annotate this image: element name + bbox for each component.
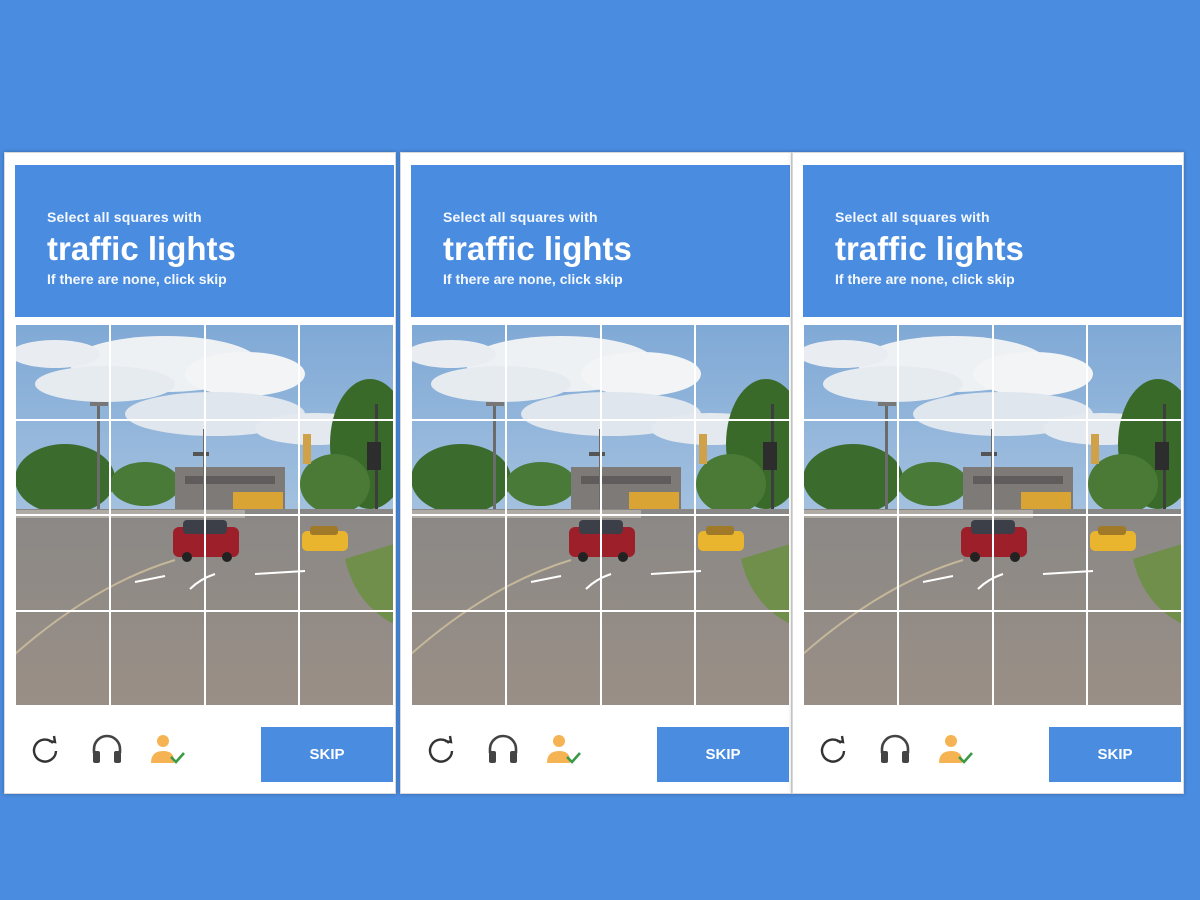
captcha-widget-2: Select all squares with traffic lights I…: [400, 152, 792, 794]
challenge-footer: SKIP: [411, 713, 790, 789]
grid-tile[interactable]: [897, 610, 993, 706]
tile-grid: [411, 324, 790, 706]
grid-tile[interactable]: [15, 324, 110, 420]
grid-tile[interactable]: [299, 419, 394, 515]
grid-tile[interactable]: [411, 324, 506, 420]
grid-tile[interactable]: [803, 515, 898, 611]
grid-tile[interactable]: [299, 610, 394, 706]
reload-button[interactable]: [813, 729, 853, 769]
challenge-header: Select all squares with traffic lights I…: [411, 165, 790, 317]
grid-tile[interactable]: [109, 419, 205, 515]
hint-text: If there are none, click skip: [835, 271, 1015, 287]
grid-tile[interactable]: [109, 324, 205, 420]
audio-button[interactable]: [875, 729, 915, 769]
grid-tile[interactable]: [411, 515, 506, 611]
grid-tile[interactable]: [600, 515, 696, 611]
image-grid: [411, 324, 790, 706]
grid-tile[interactable]: [505, 610, 601, 706]
grid-tile[interactable]: [299, 515, 394, 611]
skip-button[interactable]: SKIP: [1049, 727, 1181, 782]
target-text: traffic lights: [835, 230, 1024, 267]
grid-tile[interactable]: [109, 515, 205, 611]
grid-tile[interactable]: [803, 419, 898, 515]
grid-tile[interactable]: [505, 515, 601, 611]
grid-tile[interactable]: [600, 610, 696, 706]
grid-tile[interactable]: [204, 324, 300, 420]
captcha-widget-3: Select all squares with traffic lights I…: [792, 152, 1184, 794]
grid-tile[interactable]: [505, 419, 601, 515]
grid-tile[interactable]: [695, 515, 790, 611]
reload-button[interactable]: [25, 729, 65, 769]
grid-tile[interactable]: [299, 324, 394, 420]
grid-tile[interactable]: [897, 419, 993, 515]
grid-tile[interactable]: [1087, 419, 1182, 515]
captcha-widget-1: Select all squares with traffic lights I…: [4, 152, 396, 794]
reload-icon: [820, 735, 846, 763]
grid-tile[interactable]: [1087, 324, 1182, 420]
grid-tile[interactable]: [15, 419, 110, 515]
grid-tile[interactable]: [411, 610, 506, 706]
grid-tile[interactable]: [897, 324, 993, 420]
info-button[interactable]: [543, 729, 583, 769]
image-grid: [803, 324, 1182, 706]
challenge-footer: SKIP: [803, 713, 1182, 789]
skip-button[interactable]: SKIP: [261, 727, 393, 782]
info-button[interactable]: [147, 729, 187, 769]
hint-text: If there are none, click skip: [443, 271, 623, 287]
grid-tile[interactable]: [803, 324, 898, 420]
headphones-icon: [880, 734, 910, 763]
grid-tile[interactable]: [204, 419, 300, 515]
grid-tile[interactable]: [992, 419, 1088, 515]
grid-tile[interactable]: [803, 610, 898, 706]
audio-button[interactable]: [483, 729, 523, 769]
grid-tile[interactable]: [695, 610, 790, 706]
grid-tile[interactable]: [992, 515, 1088, 611]
grid-tile[interactable]: [695, 419, 790, 515]
grid-tile[interactable]: [600, 324, 696, 420]
instruction-text: Select all squares with: [835, 209, 990, 225]
grid-tile[interactable]: [204, 610, 300, 706]
image-grid: [15, 324, 394, 706]
target-text: traffic lights: [47, 230, 236, 267]
reload-icon: [428, 735, 454, 763]
info-button[interactable]: [935, 729, 975, 769]
grid-tile[interactable]: [109, 610, 205, 706]
grid-tile[interactable]: [411, 419, 506, 515]
grid-tile[interactable]: [1087, 515, 1182, 611]
instruction-text: Select all squares with: [47, 209, 202, 225]
challenge-footer: SKIP: [15, 713, 394, 789]
reload-button[interactable]: [421, 729, 461, 769]
person-check-icon: [151, 735, 185, 764]
headphones-icon: [488, 734, 518, 763]
tile-grid: [15, 324, 394, 706]
hint-text: If there are none, click skip: [47, 271, 227, 287]
grid-tile[interactable]: [505, 324, 601, 420]
tile-grid: [803, 324, 1182, 706]
reload-icon: [32, 735, 58, 763]
challenge-header: Select all squares with traffic lights I…: [803, 165, 1182, 317]
person-check-icon: [939, 735, 973, 764]
target-text: traffic lights: [443, 230, 632, 267]
grid-tile[interactable]: [992, 610, 1088, 706]
skip-button[interactable]: SKIP: [657, 727, 789, 782]
grid-tile[interactable]: [897, 515, 993, 611]
grid-tile[interactable]: [992, 324, 1088, 420]
challenge-header: Select all squares with traffic lights I…: [15, 165, 394, 317]
person-check-icon: [547, 735, 581, 764]
instruction-text: Select all squares with: [443, 209, 598, 225]
audio-button[interactable]: [87, 729, 127, 769]
grid-tile[interactable]: [600, 419, 696, 515]
grid-tile[interactable]: [15, 610, 110, 706]
headphones-icon: [92, 734, 122, 763]
grid-tile[interactable]: [15, 515, 110, 611]
grid-tile[interactable]: [204, 515, 300, 611]
grid-tile[interactable]: [695, 324, 790, 420]
grid-tile[interactable]: [1087, 610, 1182, 706]
